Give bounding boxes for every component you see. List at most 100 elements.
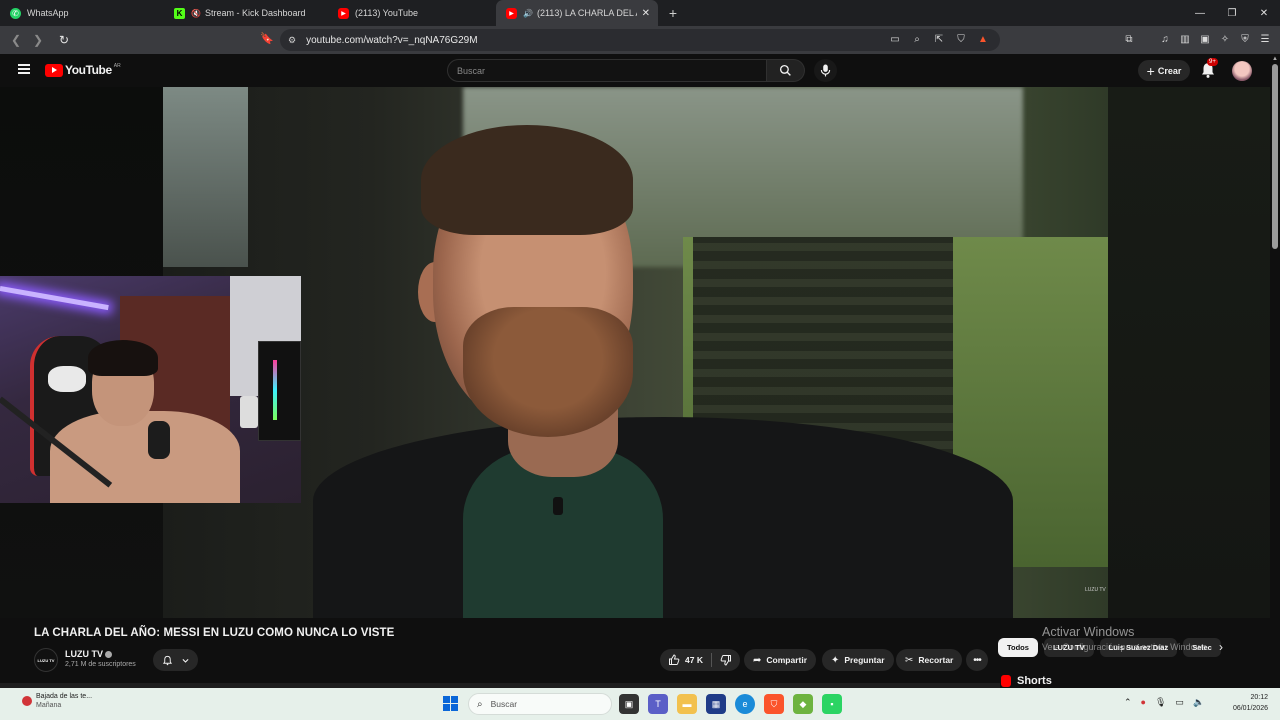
- ask-button[interactable]: ✦ Preguntar: [822, 649, 894, 671]
- search-button[interactable]: [767, 59, 805, 82]
- channel-name[interactable]: LUZU TV: [65, 649, 103, 659]
- edge-icon[interactable]: e: [735, 694, 755, 714]
- network-icon[interactable]: ▭: [1175, 697, 1184, 708]
- country-code: AR: [113, 63, 121, 69]
- bookmark-icon[interactable]: 🔖: [260, 32, 274, 45]
- search-icon: ⌕: [477, 698, 483, 710]
- weather-widget[interactable]: Bajada de las te... Mañana: [22, 692, 92, 709]
- tab-youtube-home[interactable]: ▶ (2113) YouTube: [328, 0, 492, 26]
- youtube-logo[interactable]: YouTube AR: [45, 63, 121, 77]
- share-arrow-icon: ➦: [753, 654, 762, 666]
- shorts-icon: [1001, 675, 1011, 687]
- brave-rewards-icon[interactable]: ▲: [976, 31, 990, 47]
- clip-button[interactable]: ✂ Recortar: [896, 649, 963, 671]
- create-button[interactable]: + Crear: [1138, 60, 1190, 81]
- like-count: 47 K: [685, 655, 703, 665]
- store-icon[interactable]: ▦: [706, 694, 726, 714]
- kick-icon: K: [174, 7, 185, 19]
- muted-speaker-icon: 🔇: [191, 8, 201, 18]
- clip-label: Recortar: [918, 655, 954, 665]
- dislike-button[interactable]: [712, 649, 740, 671]
- zoom-icon[interactable]: ⌕: [910, 31, 924, 47]
- kick-app-icon[interactable]: ▪: [822, 694, 842, 714]
- maximize-button[interactable]: ❐: [1216, 0, 1248, 26]
- leo-ai-icon[interactable]: ✧: [1218, 31, 1232, 47]
- windows-start-icon[interactable]: [443, 696, 458, 711]
- page-scrollbar[interactable]: ▲: [1270, 54, 1280, 688]
- screenshot-icon[interactable]: ⧉: [1122, 31, 1136, 47]
- teams-icon[interactable]: T: [648, 694, 668, 714]
- file-explorer-icon[interactable]: ▬: [677, 694, 697, 714]
- taskbar-clock[interactable]: 20:12 06/01/2026: [1226, 692, 1268, 714]
- chip-all[interactable]: Todos: [998, 638, 1038, 657]
- minimize-button[interactable]: —: [1184, 0, 1216, 26]
- tab-youtube-video[interactable]: ▶ 🔊 (2113) LA CHARLA DEL AÑO ✕: [496, 0, 658, 26]
- verified-badge-icon: [105, 651, 112, 658]
- speaker-icon[interactable]: 🔊: [523, 9, 533, 18]
- account-avatar[interactable]: [1232, 61, 1252, 81]
- chips-next-chevron-icon[interactable]: ›: [1219, 640, 1223, 654]
- voice-search-button[interactable]: [814, 59, 837, 82]
- taskbar-apps: ▣ T ▬ ▦ e ⛉ ◆ ▪: [619, 694, 842, 714]
- vpn-icon[interactable]: ⛨: [1238, 31, 1252, 47]
- scroll-up-arrow-icon[interactable]: ▲: [1272, 56, 1278, 62]
- back-button[interactable]: ❮: [6, 30, 26, 50]
- new-tab-button[interactable]: +: [662, 2, 684, 24]
- tab-label: Stream - Kick Dashboard: [204, 8, 306, 18]
- close-tab-icon[interactable]: ✕: [642, 8, 650, 19]
- video-title: LA CHARLA DEL AÑO: MESSI EN LUZU COMO NU…: [34, 627, 395, 639]
- tab-kick-dashboard[interactable]: K 🔇 Stream - Kick Dashboard: [164, 0, 328, 26]
- tab-label: (2113) LA CHARLA DEL AÑO: [536, 8, 637, 18]
- guide-menu-icon[interactable]: [18, 64, 30, 74]
- close-window-button[interactable]: ✕: [1248, 0, 1280, 26]
- tray-overflow-chevron-icon[interactable]: ⌃: [1124, 697, 1132, 708]
- brave-shields-icon[interactable]: ⛉: [954, 31, 968, 47]
- search-placeholder: Buscar: [457, 65, 486, 76]
- taskbar-search[interactable]: ⌕ Buscar: [468, 693, 612, 715]
- activate-windows-title: Activar Windows: [1042, 625, 1135, 639]
- brave-icon[interactable]: ⛉: [764, 694, 784, 714]
- sparkle-icon: ✦: [831, 654, 840, 666]
- wallet-icon[interactable]: ▣: [1198, 31, 1212, 47]
- subscribed-notifications-button[interactable]: [153, 649, 198, 671]
- tab-label: WhatsApp: [27, 8, 69, 18]
- task-view-icon[interactable]: ▣: [619, 694, 639, 714]
- android-app-icon[interactable]: ◆: [793, 694, 813, 714]
- windows-taskbar: Bajada de las te... Mañana ⌕ Buscar ▣ T …: [0, 688, 1280, 720]
- reload-button[interactable]: ↻: [54, 30, 74, 50]
- like-button[interactable]: 47 K: [660, 649, 711, 671]
- site-info-icon[interactable]: ⚙: [288, 35, 296, 46]
- create-label: Crear: [1157, 65, 1182, 76]
- ask-label: Preguntar: [844, 655, 885, 665]
- microphone-icon: [820, 64, 831, 77]
- like-dislike-group: 47 K: [660, 649, 740, 671]
- search-input[interactable]: Buscar: [447, 59, 767, 82]
- thumbs-up-icon: [669, 654, 680, 665]
- tray-mic-icon[interactable]: 🎙: [1155, 697, 1166, 708]
- address-bar-actions: ▭ ⌕ ⇱ ⛉ ▲: [888, 31, 990, 47]
- forward-button[interactable]: ❯: [28, 30, 48, 50]
- video-frame[interactable]: [163, 87, 1108, 618]
- shorts-label: Shorts: [1017, 675, 1052, 687]
- tab-whatsapp[interactable]: ✆ WhatsApp: [0, 0, 164, 26]
- scrollbar-thumb[interactable]: [1272, 64, 1278, 249]
- search-icon: [779, 64, 791, 76]
- menu-icon[interactable]: ☰: [1258, 31, 1272, 47]
- weather-text-group: Bajada de las te... Mañana: [36, 692, 92, 709]
- whatsapp-icon: ✆: [10, 7, 21, 19]
- webcam-towel: [48, 366, 86, 392]
- channel-avatar[interactable]: LUZU TV: [34, 648, 58, 672]
- more-actions-button[interactable]: •••: [966, 649, 988, 671]
- taskbar-search-placeholder: Buscar: [490, 699, 518, 709]
- share-icon[interactable]: ⇱: [932, 31, 946, 47]
- sidebar-icon[interactable]: ▥: [1178, 31, 1192, 47]
- subscriber-count: 2,71 M de suscriptores: [65, 661, 136, 668]
- clock-time: 20:12: [1250, 694, 1268, 701]
- scissors-icon: ✂: [905, 654, 914, 666]
- media-icon[interactable]: ♫: [1158, 31, 1172, 47]
- tray-app-icon[interactable]: ●: [1141, 697, 1146, 708]
- share-button[interactable]: ➦ Compartir: [744, 649, 817, 671]
- volume-icon[interactable]: 🔈: [1193, 697, 1204, 708]
- cast-icon[interactable]: ▭: [888, 31, 902, 47]
- activate-windows-subtitle: Ve a Configuración para activar Windows.: [1042, 642, 1210, 652]
